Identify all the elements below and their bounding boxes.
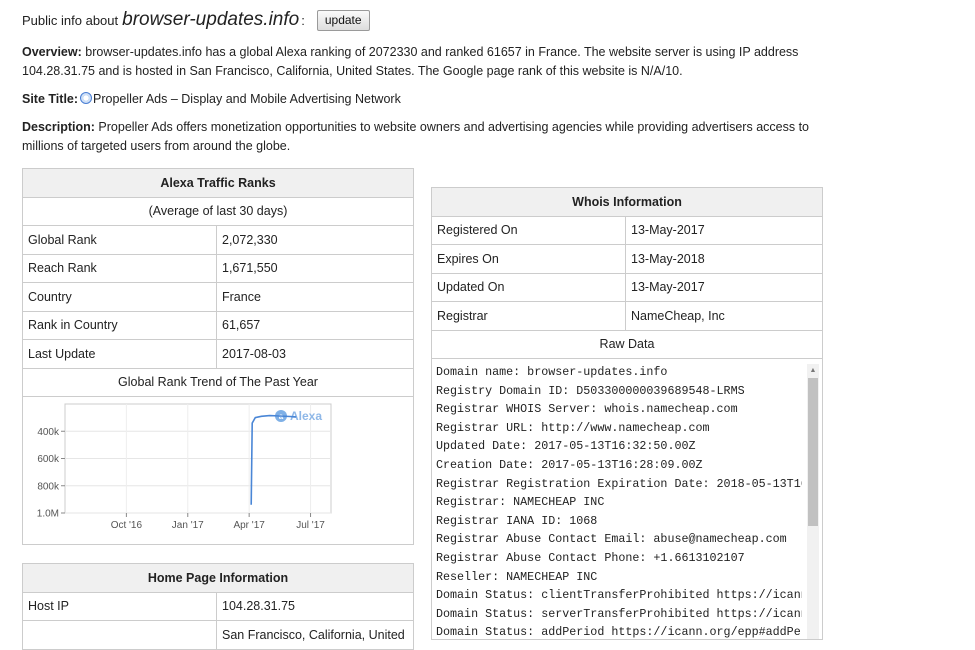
rank-trend-chart: 400k 600k 800k 1.0M Oct '16 Jan '17 Apr '17 Jul… (37, 403, 332, 531)
raw-data-line: Registrar WHOIS Server: whois.namecheap.… (436, 402, 738, 417)
y-tick-label: 600k (37, 454, 60, 465)
reach-rank-value: 1,671,550 (216, 253, 414, 283)
table-row: Registrar NameCheap, Inc (431, 301, 823, 331)
raw-data-line: Domain Status: addPeriod https://icann.o… (436, 625, 802, 639)
country-value: France (216, 282, 414, 312)
overview-line1: browser-updates.info has a global Alexa … (85, 45, 799, 59)
x-tick-label: Apr '17 (233, 520, 265, 531)
global-rank-label: Global Rank (22, 225, 217, 255)
description-line2: millions of targeted users from around t… (22, 139, 291, 153)
header-prefix: Public info about (22, 12, 119, 28)
last-update-value: 2017-08-03 (216, 339, 414, 369)
trend-title: Global Rank Trend of The Past Year (22, 367, 414, 397)
x-tick-label: Jan '17 (172, 520, 204, 531)
expires-on-value: 13-May-2018 (625, 244, 823, 274)
table-row: Last Update 2017-08-03 (22, 339, 414, 369)
table-row: Registered On 13-May-2017 (431, 215, 823, 245)
raw-data-line: Domain Status: serverTransferProhibited … (436, 606, 802, 621)
chart-watermark: Alexa (290, 409, 322, 423)
table-row: Updated On 13-May-2017 (431, 272, 823, 302)
raw-data-line: Registrar URL: http://www.namecheap.com (436, 420, 710, 435)
table-row: Rank in Country 61,657 (22, 310, 414, 340)
whois-info-table: Whois Information Registered On 13-May-2… (431, 187, 823, 640)
site-title-paragraph: Site Title: Propeller Ads – Display and M… (22, 90, 822, 109)
raw-data-line: Updated Date: 2017-05-13T16:32:50.00Z (436, 439, 696, 454)
x-tick-label: Jul '17 (296, 520, 325, 531)
description-label: Description: (22, 120, 95, 134)
scroll-up-arrow-icon[interactable]: ▲ (807, 364, 819, 376)
overview-paragraph: Overview: browser-updates.info has a glo… (22, 43, 822, 81)
scroll-thumb[interactable] (808, 378, 818, 526)
raw-data-cell: Domain name: browser-updates.info Registr… (431, 358, 823, 640)
site-title-label: Site Title: (22, 92, 79, 106)
registrar-value: NameCheap, Inc (625, 301, 823, 331)
raw-data-line: Registrar: NAMECHEAP INC (436, 495, 605, 510)
expires-on-label: Expires On (431, 244, 626, 274)
ie-icon (80, 92, 93, 104)
page-header: Public info about browser-updates.info :… (22, 9, 370, 31)
raw-data-line: Registry Domain ID: D503300000039689548-… (436, 383, 745, 398)
raw-data-title: Raw Data (431, 329, 823, 359)
table-row: Expires On 13-May-2018 (431, 244, 823, 274)
table-row: Host IP 104.28.31.75 (22, 591, 414, 621)
host-ip-value: 104.28.31.75 (216, 591, 414, 621)
y-tick-label: 400k (37, 427, 60, 438)
update-button[interactable]: update (316, 9, 370, 31)
raw-data-line: Reseller: NAMECHEAP INC (436, 569, 598, 584)
rank-in-country-value: 61,657 (216, 310, 414, 340)
y-tick-label: 1.0M (37, 509, 59, 520)
alexa-table-subtitle: (Average of last 30 days) (22, 196, 414, 226)
country-label: Country (22, 282, 217, 312)
registrar-label: Registrar (431, 301, 626, 331)
updated-on-value: 13-May-2017 (625, 272, 823, 302)
whois-table-title: Whois Information (431, 187, 823, 217)
registered-on-label: Registered On (431, 215, 626, 245)
alexa-traffic-table: Alexa Traffic Ranks (Average of last 30 … (22, 168, 414, 545)
rank-trend-chart-cell: 400k 600k 800k 1.0M Oct '16 Jan '17 Apr '17 Jul… (22, 396, 414, 545)
raw-data-text: Domain name: browser-updates.info Registr… (432, 359, 802, 639)
last-update-label: Last Update (22, 339, 217, 369)
overview-label: Overview: (22, 45, 82, 59)
homepage-table-title: Home Page Information (22, 563, 414, 593)
raw-data-scrollbar[interactable]: ▲ (807, 364, 819, 639)
y-tick-label: 800k (37, 481, 60, 492)
raw-data-line: Domain Status: clientTransferProhibited … (436, 588, 802, 603)
updated-on-label: Updated On (431, 272, 626, 302)
description-line1: Propeller Ads offers monetization opport… (98, 120, 809, 134)
raw-data-line: Registrar IANA ID: 1068 (436, 513, 598, 528)
raw-data-line: Domain name: browser-updates.info (436, 365, 668, 379)
raw-data-scrollbox[interactable]: Domain name: browser-updates.info Registr… (432, 359, 822, 639)
raw-data-line: Registrar Abuse Contact Phone: +1.661310… (436, 550, 745, 565)
reach-rank-label: Reach Rank (22, 253, 217, 283)
alexa-table-title: Alexa Traffic Ranks (22, 168, 414, 198)
header-domain: browser-updates.info (122, 9, 300, 30)
table-row: Country France (22, 282, 414, 312)
homepage-info-table: Home Page Information Host IP 104.28.31.… (22, 563, 414, 650)
table-row: Reach Rank 1,671,550 (22, 253, 414, 283)
overview-line2: 104.28.31.75 and is hosted in San Franci… (22, 64, 683, 78)
x-tick-label: Oct '16 (111, 520, 143, 531)
raw-data-line: Creation Date: 2017-05-13T16:28:09.00Z (436, 457, 703, 472)
table-row: Global Rank 2,072,330 (22, 225, 414, 255)
registered-on-value: 13-May-2017 (625, 215, 823, 245)
rank-in-country-label: Rank in Country (22, 310, 217, 340)
description-paragraph: Description: Propeller Ads offers moneti… (22, 118, 822, 156)
header-colon: : (301, 12, 305, 28)
raw-data-line: Registrar Registration Expiration Date: … (436, 476, 802, 491)
global-rank-value: 2,072,330 (216, 225, 414, 255)
site-title-value: Propeller Ads – Display and Mobile Adver… (93, 92, 401, 106)
host-ip-label: Host IP (22, 591, 217, 621)
raw-data-line: Registrar Abuse Contact Email: abuse@nam… (436, 532, 787, 547)
